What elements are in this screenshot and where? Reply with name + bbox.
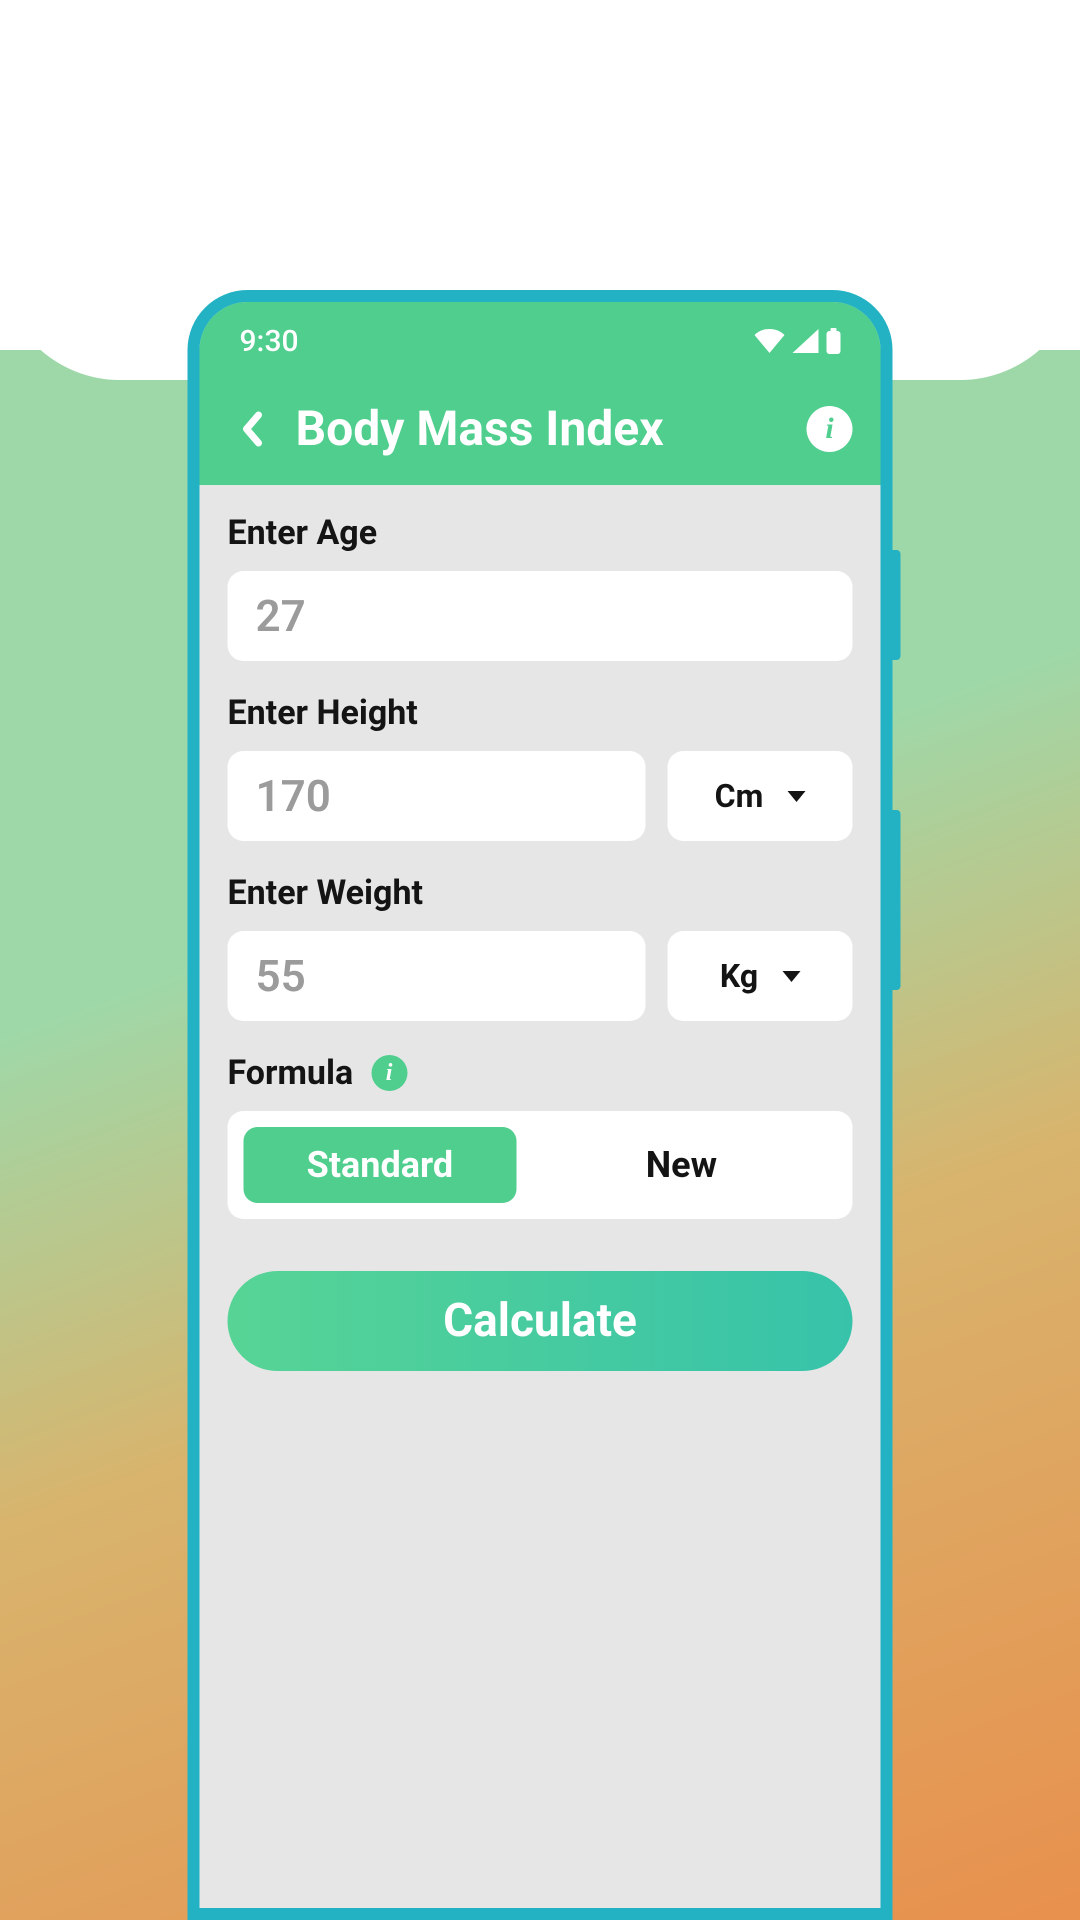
form-content: Enter Age 27 Enter Height 170 Cm Enter W… — [200, 485, 881, 1908]
wifi-icon — [755, 329, 785, 353]
status-time: 9:30 — [240, 324, 299, 359]
formula-segmented-control: Standard New — [228, 1111, 853, 1219]
chevron-down-icon — [787, 791, 805, 802]
battery-icon — [827, 328, 841, 354]
info-icon: i — [825, 412, 833, 446]
phone-side-button — [893, 810, 901, 990]
weight-input[interactable]: 55 — [228, 931, 646, 1021]
height-input[interactable]: 170 — [228, 751, 646, 841]
info-button[interactable]: i — [807, 406, 853, 452]
app-bar: Body Mass Index i — [200, 380, 881, 485]
weight-unit-select[interactable]: Kg — [668, 931, 853, 1021]
chevron-down-icon — [782, 971, 800, 982]
page-title: Body Mass Index — [296, 400, 787, 457]
phone-screen: 9:30 Body Mass Index i Enter Age 27 — [200, 302, 881, 1908]
weight-unit-value: Kg — [720, 957, 758, 995]
formula-info-button[interactable]: i — [371, 1055, 407, 1091]
status-bar: 9:30 — [200, 302, 881, 380]
signal-icon — [793, 329, 819, 353]
weight-field: Enter Weight 55 Kg — [228, 873, 853, 1021]
back-button[interactable] — [228, 405, 276, 453]
formula-option-new[interactable]: New — [526, 1127, 836, 1203]
phone-side-button — [893, 550, 901, 660]
formula-label-text: Formula — [228, 1053, 354, 1093]
age-label: Enter Age — [228, 513, 853, 553]
info-icon: i — [386, 1060, 393, 1087]
height-field: Enter Height 170 Cm — [228, 693, 853, 841]
formula-label: Formula i — [228, 1053, 853, 1093]
phone-frame: 9:30 Body Mass Index i Enter Age 27 — [188, 290, 893, 1920]
height-unit-value: Cm — [715, 777, 764, 815]
calculate-button[interactable]: Calculate — [228, 1271, 853, 1371]
status-icons — [755, 328, 841, 354]
age-field: Enter Age 27 — [228, 513, 853, 661]
formula-field: Formula i Standard New — [228, 1053, 853, 1219]
height-label: Enter Height — [228, 693, 853, 733]
formula-option-standard[interactable]: Standard — [244, 1127, 517, 1203]
age-input[interactable]: 27 — [228, 571, 853, 661]
weight-label: Enter Weight — [228, 873, 853, 913]
chevron-left-icon — [241, 411, 263, 447]
height-unit-select[interactable]: Cm — [668, 751, 853, 841]
